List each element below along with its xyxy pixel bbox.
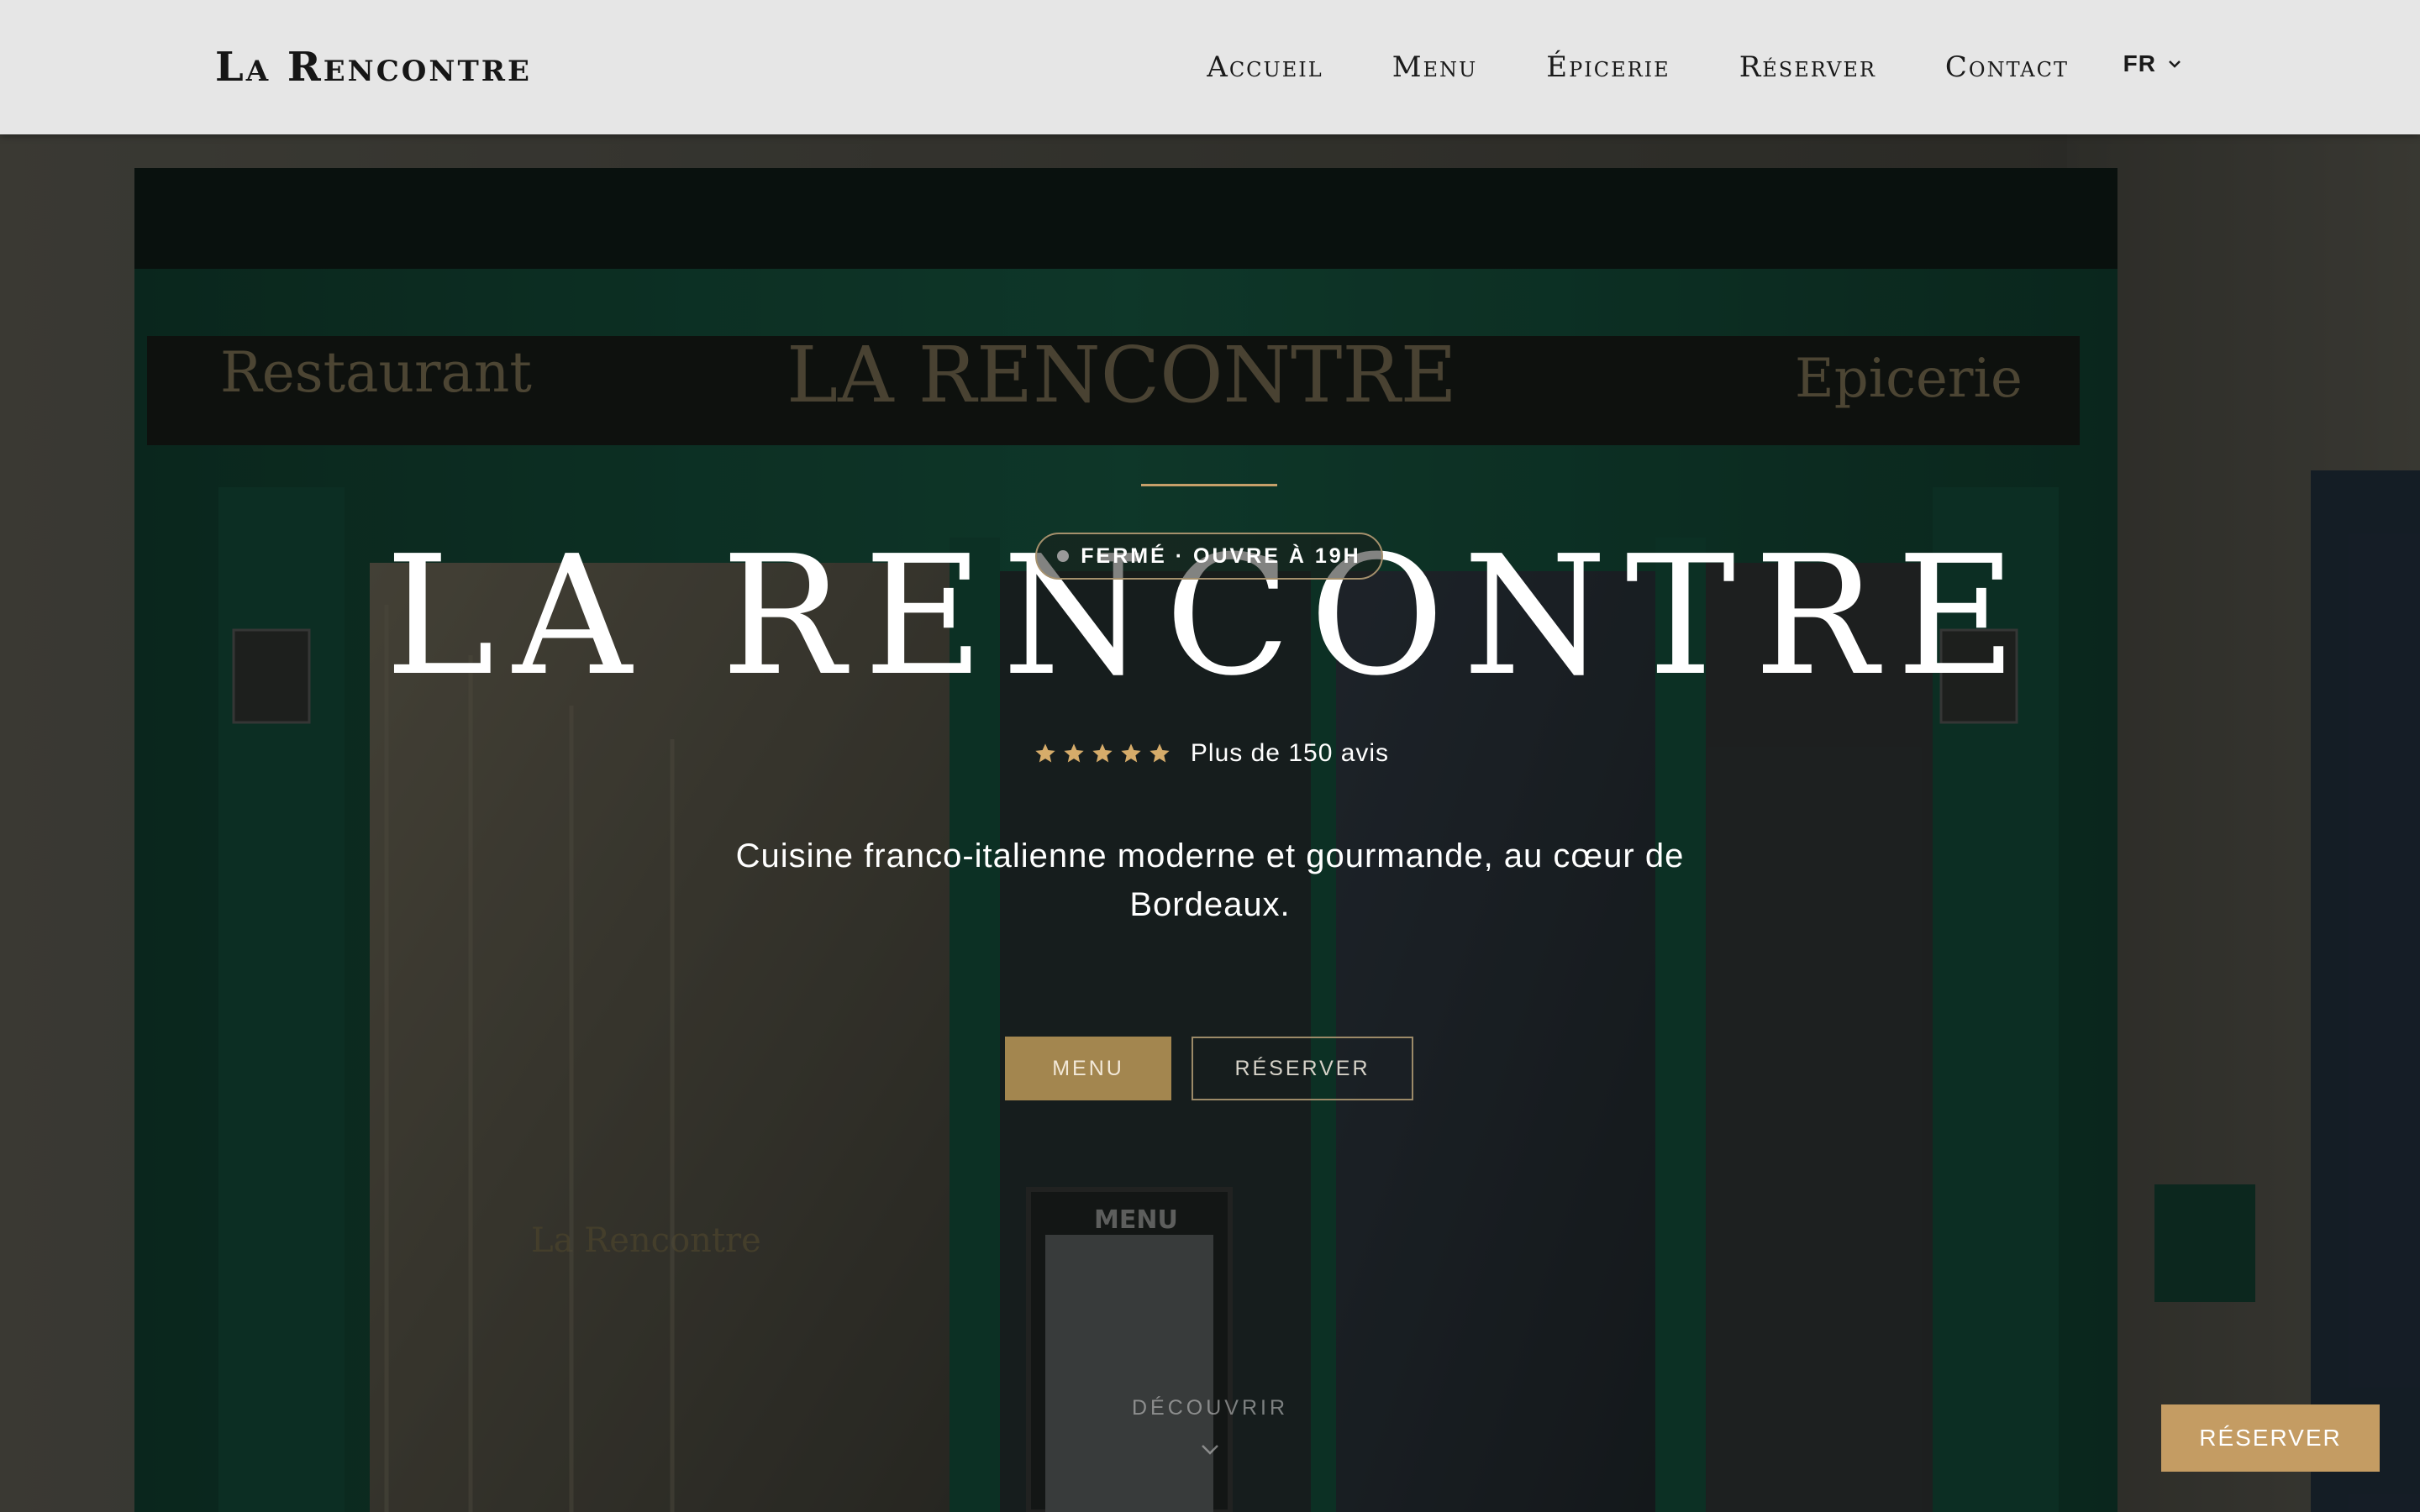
rating-text[interactable]: Plus de 150 avis xyxy=(1191,739,1389,768)
tagline-line-2: Bordeaux. xyxy=(1129,886,1291,923)
language-selector[interactable]: FR xyxy=(2123,50,2181,77)
nav-links: Accueil Menu Épicerie Réserver Contact xyxy=(1138,0,2069,134)
floating-reserve-button[interactable]: RÉSERVER xyxy=(2161,1404,2380,1472)
hero-menu-button[interactable]: MENU xyxy=(1005,1037,1171,1100)
nav-link-contact[interactable]: Contact xyxy=(1945,50,2069,84)
chevron-down-icon[interactable] xyxy=(1200,1443,1220,1457)
navbar: La Rencontre Accueil Menu Épicerie Réser… xyxy=(0,0,2420,134)
chevron-down-icon xyxy=(2169,60,2181,68)
star-icon xyxy=(1035,743,1055,763)
rating-stars xyxy=(1031,742,1174,765)
status-dot-icon xyxy=(1057,550,1070,562)
opening-status-badge: FERMÉ · OUVRE À 19H xyxy=(1035,533,1383,580)
hero-dark-overlay xyxy=(0,134,2420,1512)
nav-link-menu[interactable]: Menu xyxy=(1392,50,1478,84)
language-label: FR xyxy=(2123,50,2156,76)
brand-logo[interactable]: La Rencontre xyxy=(215,44,532,91)
rating: Plus de 150 avis xyxy=(0,739,2420,768)
star-icon xyxy=(1121,743,1141,763)
status-text: FERMÉ · OUVRE À 19H xyxy=(1081,543,1361,568)
hero-tagline: Cuisine franco-italienne moderne et gour… xyxy=(647,832,1773,929)
hero-reserve-button[interactable]: RÉSERVER xyxy=(1192,1037,1413,1100)
star-icon xyxy=(1150,743,1170,763)
title-divider xyxy=(1141,484,1277,486)
nav-link-epicerie[interactable]: Épicerie xyxy=(1546,50,1670,84)
nav-link-reserver[interactable]: Réserver xyxy=(1739,50,1876,84)
tagline-line-1: Cuisine franco-italienne moderne et gour… xyxy=(735,837,1685,874)
hero-section: Restaurant LA RENCONTRE Epicerie La Renc… xyxy=(0,134,2420,1512)
discover-link[interactable]: DÉCOUVRIR xyxy=(0,1396,2420,1420)
star-icon xyxy=(1064,743,1084,763)
star-icon xyxy=(1092,743,1113,763)
nav-link-accueil[interactable]: Accueil xyxy=(1207,50,1323,84)
